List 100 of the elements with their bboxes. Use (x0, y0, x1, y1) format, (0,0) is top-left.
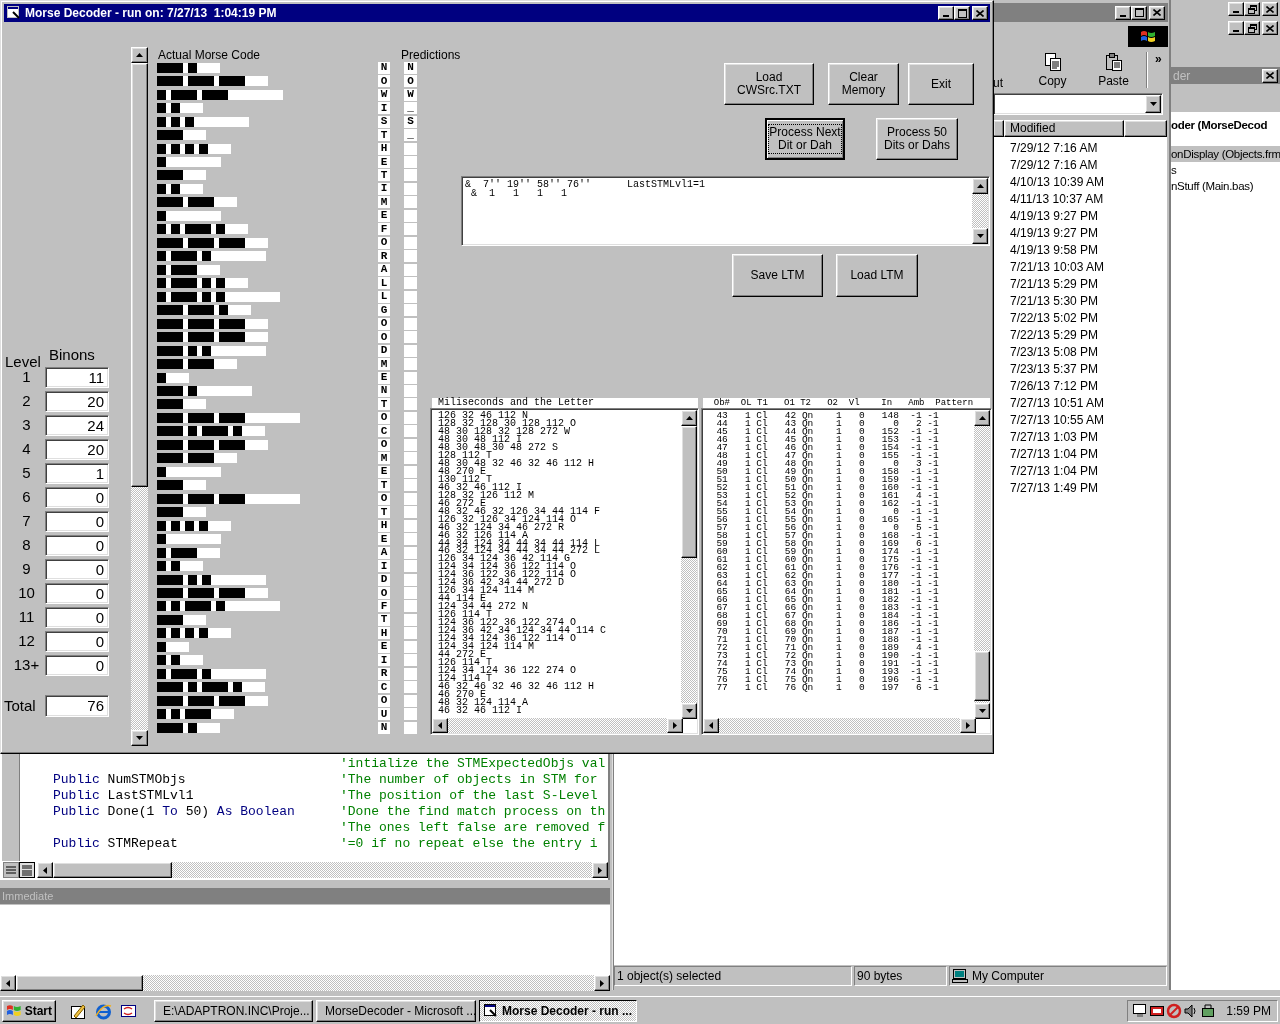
close-button[interactable] (1262, 68, 1278, 83)
card-icon[interactable] (1149, 1003, 1165, 1019)
list-item[interactable]: 46 270 E (438, 690, 607, 699)
scrollbar-thumb[interactable] (974, 651, 990, 701)
scrollbar-thumb[interactable] (681, 426, 697, 558)
horizontal-scrollbar[interactable] (0, 975, 610, 991)
list-item[interactable]: 44 1 Cl 43 Qn 1 0 0 2 -1 (705, 420, 939, 428)
taskbar-button[interactable]: E:\ADAPTRON.INC\Proje... (154, 1000, 313, 1022)
list-item[interactable]: 49 1 Cl 48 Qn 1 0 0 3 -1 (705, 460, 939, 468)
list-item[interactable]: 46 32 46 112 I (438, 706, 607, 715)
list-item[interactable]: 48 32 124 114 A (438, 698, 607, 707)
list-item[interactable]: 46 1 Cl 45 Qn 1 0 153 -1 -1 (705, 436, 939, 444)
list-item[interactable]: 69 1 Cl 68 Qn 1 0 186 -1 -1 (705, 620, 939, 628)
binons-field[interactable]: 24 (45, 415, 109, 436)
horizontal-scrollbar[interactable] (703, 718, 976, 733)
maximize-button[interactable] (954, 6, 970, 20)
horizontal-scrollbar[interactable] (37, 862, 608, 878)
binons-field[interactable]: 0 (45, 559, 109, 580)
list-item[interactable]: 50 1 Cl 49 Qn 1 0 158 -1 -1 (705, 468, 939, 476)
vertical-scrollbar[interactable] (681, 410, 697, 719)
list-item[interactable]: 66 1 Cl 65 Qn 1 0 182 -1 -1 (705, 596, 939, 604)
push-button[interactable]: Process 50 Dits or Dahs (876, 118, 958, 160)
binons-field[interactable]: 0 (45, 583, 109, 604)
list-item[interactable]: 48 30 48 112 I (438, 435, 607, 444)
push-button[interactable]: Exit (908, 63, 974, 105)
binons-field[interactable]: 0 (45, 631, 109, 652)
list-item[interactable]: 62 1 Cl 61 Qn 1 0 176 -1 -1 (705, 564, 939, 572)
minimize-button[interactable] (1228, 21, 1244, 35)
list-item[interactable]: 57 1 Cl 56 Qn 1 0 0 5 -1 (705, 524, 939, 532)
scrollbar-thumb[interactable] (16, 975, 143, 991)
horizontal-scrollbar[interactable] (432, 718, 683, 733)
binons-field[interactable]: 0 (45, 487, 109, 508)
vertical-scrollbar[interactable] (131, 47, 148, 746)
list-item[interactable]: 128 32 126 112 M (438, 491, 607, 500)
list-item[interactable]: 48 30 128 32 128 272 W (438, 427, 607, 436)
list-item[interactable]: 46 32 46 32 46 32 46 112 H (438, 682, 607, 691)
binons-field[interactable]: 0 (45, 655, 109, 676)
list-item[interactable]: 47 1 Cl 46 Qn 1 0 154 -1 -1 (705, 444, 939, 452)
binons-field[interactable]: 11 (45, 367, 109, 388)
list-item[interactable]: 77 1 Cl 76 Qn 1 0 197 6 -1 (705, 684, 939, 692)
address-field[interactable] (993, 93, 1163, 115)
taskbar-button[interactable]: Morse Decoder - run ... (479, 1000, 637, 1022)
close-button[interactable] (1262, 2, 1278, 16)
column-header[interactable]: Modified (1004, 120, 1124, 137)
vertical-scrollbar[interactable] (974, 410, 990, 719)
list-item[interactable]: 58 1 Cl 57 Qn 1 0 168 -1 -1 (705, 532, 939, 540)
module-view-button[interactable] (19, 862, 35, 878)
list-item[interactable]: 45 1 Cl 44 Qn 1 0 152 -1 -1 (705, 428, 939, 436)
restore-button[interactable] (1244, 2, 1260, 16)
globe-icon[interactable] (95, 1003, 112, 1020)
push-button[interactable]: Load CWSrc.TXT (724, 63, 814, 105)
list-item[interactable]: 67 1 Cl 66 Qn 1 0 183 -1 -1 (705, 604, 939, 612)
list-item[interactable]: 43 1 Cl 42 Qn 1 0 148 -1 -1 (705, 412, 939, 420)
paste-button[interactable]: Paste (1091, 52, 1136, 90)
list-item[interactable]: 53 1 Cl 52 Qn 1 0 161 4 -1 (705, 492, 939, 500)
binons-field[interactable]: 0 (45, 535, 109, 556)
list-item[interactable]: 46 32 126 114 A (438, 531, 607, 540)
text-area[interactable]: & 7'' 19'' 58'' 76'' LastSTMLvl1=1 & 1 1 1 1 (461, 176, 990, 246)
procedure-view-button[interactable] (3, 862, 19, 878)
binons-field[interactable]: 1 (45, 463, 109, 484)
start-button[interactable]: Start (2, 1000, 56, 1022)
restore-button[interactable] (1244, 21, 1260, 35)
minimize-button[interactable] (1228, 2, 1244, 16)
list-item[interactable]: 44 34 124 34 44 34 44 114 L (438, 539, 607, 548)
list-item[interactable]: 72 1 Cl 71 Qn 1 0 189 4 -1 (705, 644, 939, 652)
push-button[interactable]: Clear Memory (828, 63, 899, 105)
list-item[interactable]: 124 114 T (438, 674, 607, 683)
channels-icon[interactable] (120, 1003, 137, 1020)
list-item[interactable]: 124 34 124 36 122 274 O (438, 667, 607, 675)
minimize-button[interactable] (938, 6, 954, 20)
minimize-button[interactable] (1115, 5, 1131, 20)
push-button[interactable]: Process Next Dit or Dah (765, 118, 845, 160)
list-item[interactable]: 70 1 Cl 69 Qn 1 0 187 -1 -1 (705, 628, 939, 636)
close-button[interactable] (972, 6, 988, 20)
more-button[interactable]: » (1155, 50, 1162, 68)
list-item[interactable]: 126 32 126 34 124 114 O (438, 515, 607, 524)
list-item[interactable]: 48 32 46 32 126 34 44 114 F (438, 507, 607, 516)
scrollbar-thumb[interactable] (53, 862, 172, 878)
list-item[interactable]: 60 1 Cl 59 Qn 1 0 174 -1 -1 (705, 548, 939, 556)
list-item[interactable]: 74 1 Cl 73 Qn 1 0 191 -1 -1 (705, 660, 939, 668)
list-item[interactable]: 68 1 Cl 67 Qn 1 0 184 -1 -1 (705, 612, 939, 620)
list-item[interactable]: 52 1 Cl 51 Qn 1 0 160 -1 -1 (705, 484, 939, 492)
column-header[interactable] (993, 120, 1004, 137)
list-item[interactable]: 128 32 128 30 128 112 O (438, 419, 607, 428)
list-item[interactable]: 71 1 Cl 70 Qn 1 0 188 -1 -1 (705, 636, 939, 644)
monitor-icon[interactable] (1132, 1003, 1148, 1019)
list-item[interactable]: 130 112 T (438, 475, 607, 484)
list-item[interactable]: 48 1 Cl 47 Qn 1 0 155 -1 -1 (705, 452, 939, 460)
list-item[interactable]: 48 30 48 32 46 32 46 112 H (438, 459, 607, 468)
taskbar-button[interactable]: MorseDecoder - Microsoft ... (316, 1000, 476, 1022)
tree-item[interactable]: onDisplay (Objects.frm (1171, 146, 1280, 162)
list-item[interactable]: 73 1 Cl 72 Qn 1 0 190 -1 -1 (705, 652, 939, 660)
maximize-button[interactable] (1131, 5, 1147, 20)
list-item[interactable]: 61 1 Cl 60 Qn 1 0 175 -1 -1 (705, 556, 939, 564)
column-header[interactable] (1124, 120, 1167, 137)
binons-field[interactable]: 0 (45, 511, 109, 532)
vertical-scrollbar[interactable] (972, 178, 988, 244)
pencil-icon[interactable] (70, 1003, 87, 1020)
total-field[interactable]: 76 (45, 695, 109, 717)
speaker-icon[interactable] (1183, 1003, 1199, 1019)
